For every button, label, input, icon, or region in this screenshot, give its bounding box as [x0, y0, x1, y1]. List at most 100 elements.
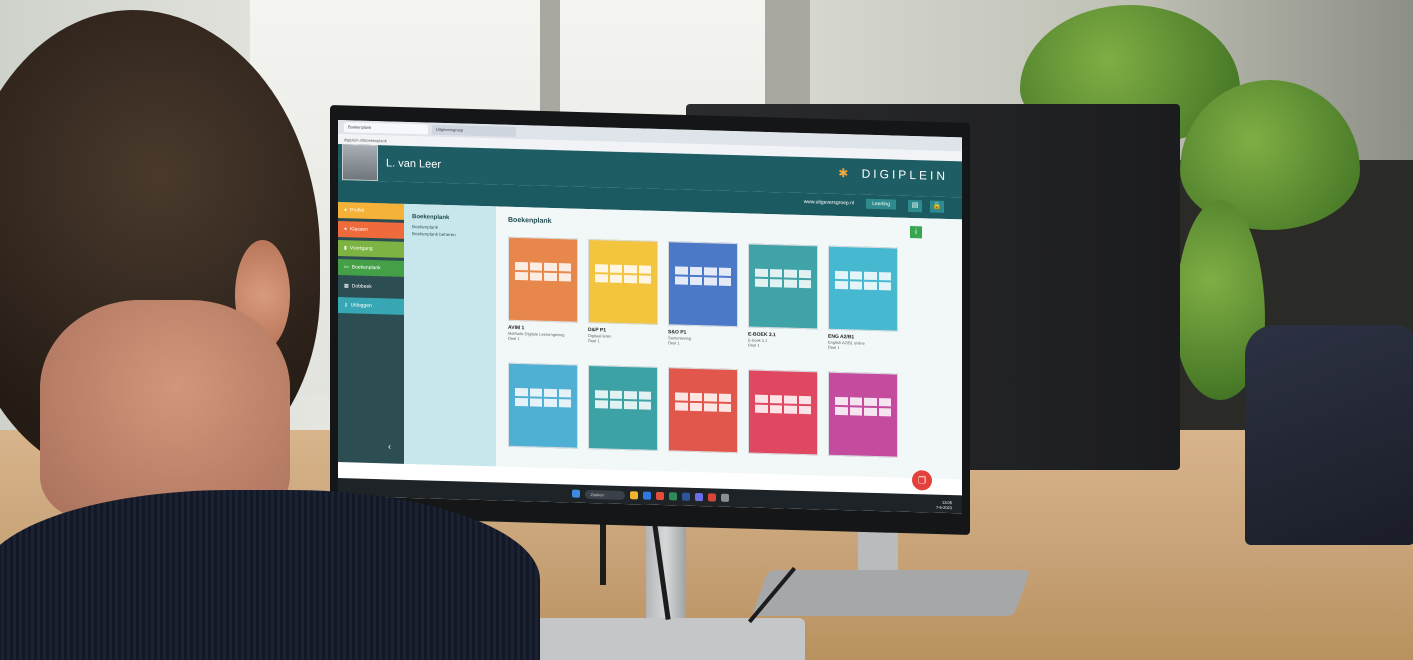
person-sweater — [0, 490, 540, 660]
book-volume — [748, 457, 818, 459]
book-title — [508, 451, 578, 453]
book-cover[interactable] — [748, 243, 818, 330]
book-cover[interactable] — [828, 245, 898, 332]
lock-icon[interactable]: 🔒 — [930, 200, 944, 213]
cover-tiles — [755, 268, 811, 289]
monitor-base — [535, 618, 805, 660]
word-icon[interactable] — [681, 492, 690, 501]
subnav-title: Boekenplank — [412, 214, 450, 222]
book-card[interactable]: ENG A2/B1 English A2/B1 online Deel 1 — [828, 245, 898, 352]
chart-icon: ▮ — [344, 245, 347, 252]
monitor-base — [751, 570, 1031, 616]
book-card[interactable]: E-BOEK 3.1 E-boek 3.1 Deel 1 — [748, 243, 818, 349]
book-subtitle — [668, 455, 738, 457]
book-cover[interactable] — [508, 236, 578, 323]
book-card[interactable]: D&P P1 Digitaal leren Deel 1 — [588, 238, 658, 345]
cover-tiles — [835, 396, 891, 417]
book-volume: Deel 1 — [828, 344, 840, 351]
page-title: Boekenplank — [508, 216, 552, 225]
book-volume — [668, 455, 738, 457]
book-title — [588, 453, 658, 455]
cover-tiles — [595, 264, 651, 284]
book-card[interactable] — [828, 371, 898, 462]
book-volume — [508, 451, 578, 453]
user-icon: ● — [344, 207, 348, 214]
folder-icon[interactable] — [629, 491, 638, 500]
sidebar-item-dobbeek[interactable]: ▦ Dobbeek — [338, 278, 404, 296]
brand-logo[interactable]: ✱ DIGIPLEIN — [838, 166, 948, 183]
book-card[interactable] — [508, 362, 578, 453]
sidebar-item-label: Voortgang — [349, 245, 373, 252]
book-cover[interactable] — [508, 362, 578, 449]
sidebar-item-label: Profiel — [350, 207, 365, 214]
chat-button[interactable]: ❐ — [912, 470, 932, 491]
book-cover[interactable] — [668, 241, 738, 328]
brand-name: DIGIPLEIN — [861, 166, 948, 184]
book-volume: Deel 1 — [508, 335, 520, 342]
book-grid: AVIM 1 Methode Digitale Leeromgeving Deel … — [508, 236, 898, 462]
book-title — [668, 455, 738, 457]
office-chair — [1245, 325, 1413, 545]
sidebar-item-profiel[interactable]: ● Profiel — [338, 202, 404, 220]
book-card[interactable]: S&O P1 Samenleving Deel 1 — [668, 241, 738, 347]
sidebar-item-label: Klassen — [350, 226, 368, 233]
role-button[interactable]: Leerling — [866, 198, 896, 210]
teams-icon[interactable] — [694, 492, 703, 502]
sidebar-item-label: Boekenplank — [351, 264, 381, 272]
sidebar-item-voortgang[interactable]: ▮ Voortgang — [338, 240, 404, 258]
sidebar-item-label: Dobbeek — [351, 283, 372, 290]
group-icon: ● — [344, 226, 348, 233]
chat-bubble-icon[interactable]: ▤ — [908, 199, 922, 213]
cover-tiles — [755, 394, 811, 415]
book-cover[interactable] — [588, 238, 658, 325]
book-cover[interactable] — [588, 364, 658, 451]
excel-icon[interactable] — [668, 492, 677, 501]
sidebar-item-boekenplank[interactable]: ▭ Boekenplank — [338, 259, 404, 277]
powerpoint-icon[interactable] — [707, 493, 716, 502]
cover-tiles — [515, 387, 571, 408]
sidebar: ● Profiel ● Klassen ▮ Voortgang ▭ Boekenplan… — [338, 202, 404, 464]
book-card[interactable]: AVIM 1 Methode Digitale Leeromgeving Deel … — [508, 236, 578, 343]
settings-icon[interactable] — [720, 493, 729, 502]
subnav-item[interactable]: Boekenplank beheren — [412, 230, 496, 239]
windows-icon[interactable] — [571, 489, 580, 498]
star-icon: ✱ — [838, 165, 852, 181]
browser-tab[interactable]: Boekenplank — [344, 122, 428, 135]
book-subtitle — [748, 457, 818, 459]
book-cover[interactable] — [748, 369, 818, 456]
cover-tiles — [675, 392, 731, 412]
book-cover[interactable] — [668, 367, 738, 454]
monitor-screen: Boekenplank Uitgeversgroep digiplein.nl/… — [338, 120, 962, 514]
book-volume: Deel 1 — [588, 337, 600, 344]
taskbar-clock[interactable]: 13:05 7-6-2023 — [936, 500, 952, 510]
chrome-icon[interactable] — [655, 491, 664, 501]
sidebar-item-klassen[interactable]: ● Klassen — [338, 221, 404, 239]
book-cover[interactable] — [828, 371, 898, 458]
cover-tiles — [835, 270, 891, 291]
taskbar-search[interactable]: Zoeken — [584, 489, 625, 500]
book-title — [828, 460, 898, 462]
grid-icon: ▦ — [344, 283, 349, 290]
book-volume: Deel 1 — [748, 342, 760, 348]
avatar[interactable] — [342, 144, 378, 182]
book-card[interactable] — [668, 367, 738, 457]
edge-icon[interactable] — [642, 491, 651, 500]
main-content: Boekenplank i AVIM 1 Methode Digitale Lee… — [496, 206, 962, 480]
browser-tab[interactable]: Uitgeversgroep — [432, 124, 516, 137]
subnav: Boekenplank Boekenplank Boekenplank behe… — [404, 203, 496, 467]
cover-tiles — [595, 390, 651, 410]
cover-tiles — [675, 266, 731, 286]
book-card[interactable] — [588, 364, 658, 455]
clock-date: 7-6-2023 — [935, 504, 952, 511]
chevron-left-icon[interactable]: ‹ — [388, 441, 391, 451]
book-subtitle — [828, 460, 898, 462]
person-neck — [40, 300, 290, 520]
book-subtitle — [508, 451, 578, 453]
user-name: L. van Leer — [386, 157, 442, 171]
sidebar-item-uitloggen[interactable]: ⚷ Uitloggen — [338, 297, 404, 315]
book-card[interactable] — [748, 369, 818, 459]
book-volume — [588, 453, 658, 455]
photo-scene: Boekenplank Uitgeversgroep digiplein.nl/… — [0, 0, 1413, 660]
book-volume — [828, 460, 898, 462]
info-icon[interactable]: i — [910, 225, 922, 239]
